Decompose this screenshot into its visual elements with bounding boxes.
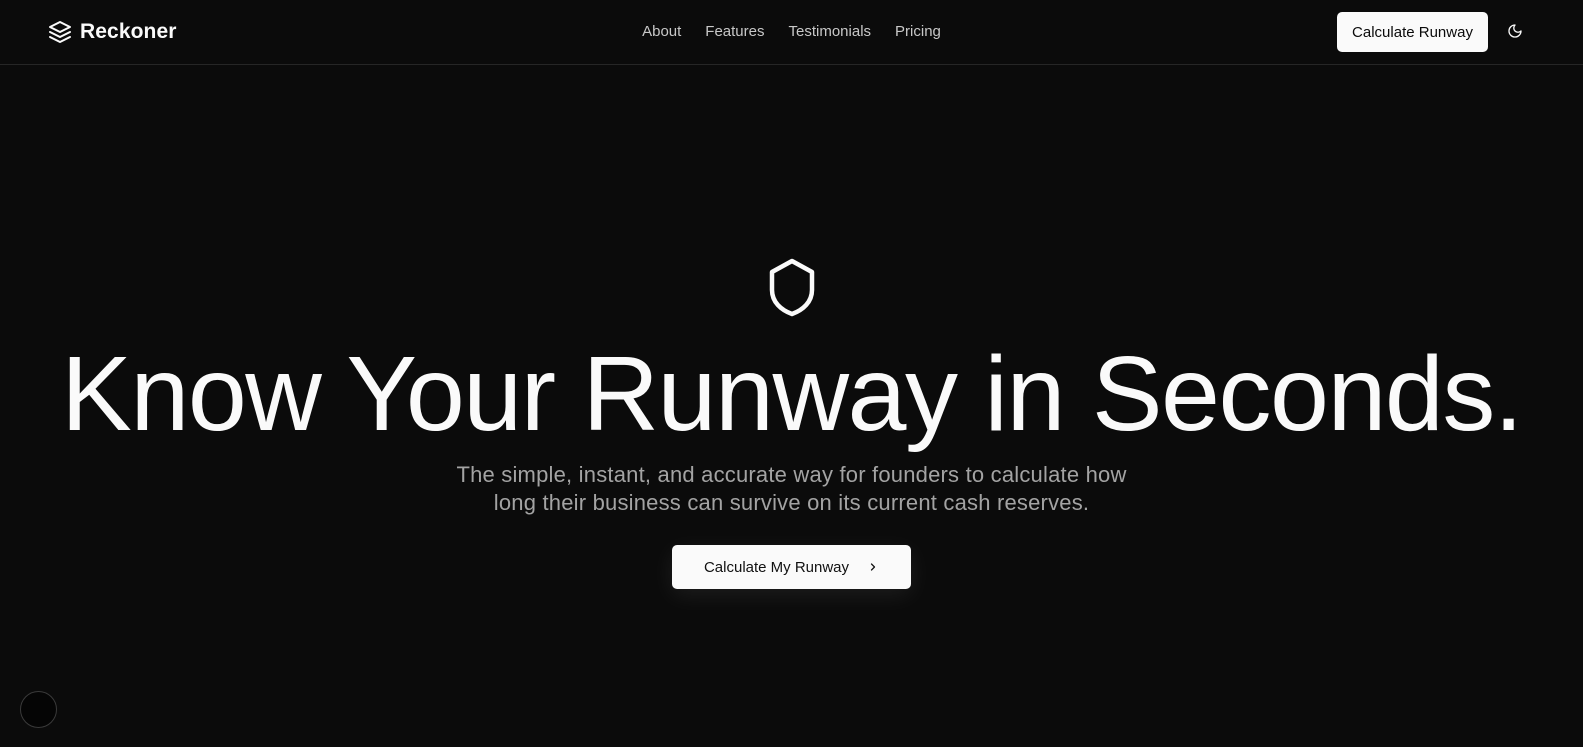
- theme-toggle-button[interactable]: [1502, 19, 1528, 45]
- hero-cta-label: Calculate My Runway: [703, 558, 850, 576]
- brand-logo-link[interactable]: Reckoner: [48, 18, 177, 46]
- hero-subtitle: The simple, instant, and accurate way fo…: [456, 462, 1127, 515]
- calculate-runway-button[interactable]: Calculate Runway: [1337, 12, 1488, 52]
- site-header: Reckoner About Features Testimonials Pri…: [0, 0, 1583, 65]
- layers-icon: [48, 20, 72, 44]
- floating-action-button[interactable]: [20, 691, 57, 728]
- brand-name: Reckoner: [80, 20, 177, 43]
- nav-link-testimonials[interactable]: Testimonials: [789, 22, 872, 42]
- nav-link-features[interactable]: Features: [705, 22, 764, 42]
- nav-link-about[interactable]: About: [642, 22, 681, 42]
- nav-link-pricing[interactable]: Pricing: [895, 22, 941, 42]
- calculate-my-runway-button[interactable]: Calculate My Runway: [672, 545, 911, 589]
- hero-title: Know Your Runway in Seconds.: [61, 335, 1523, 453]
- chevron-right-icon: [867, 561, 879, 573]
- shield-icon: [767, 257, 817, 317]
- moon-icon: [1507, 23, 1523, 42]
